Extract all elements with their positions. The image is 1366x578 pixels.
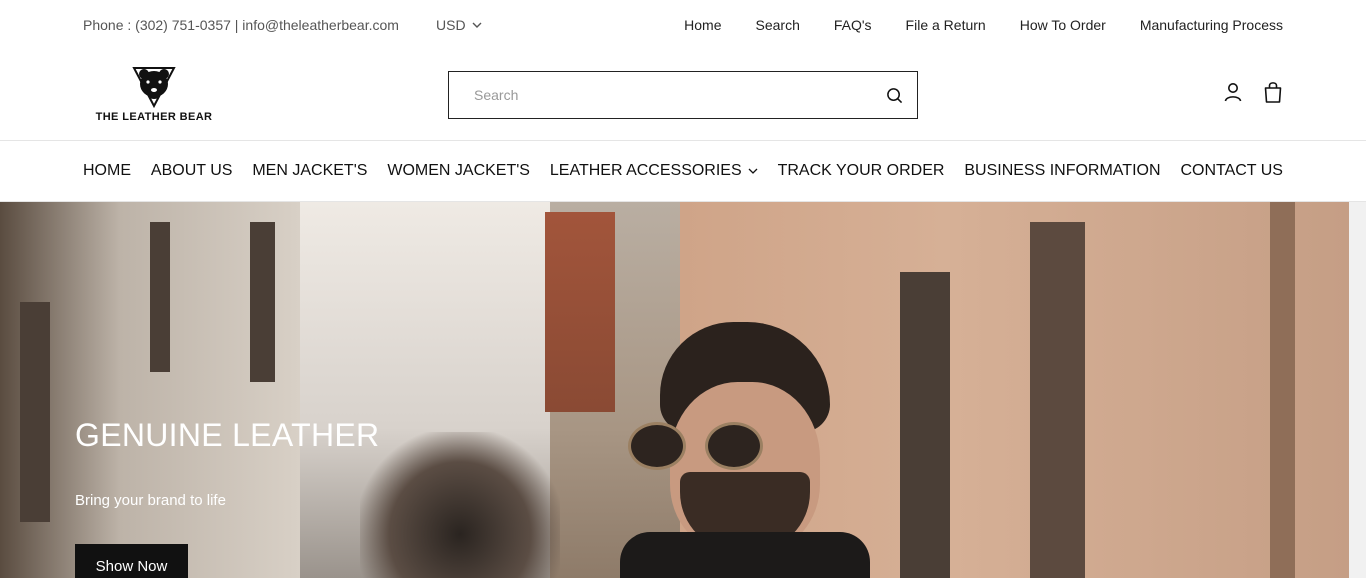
main-nav: HOME ABOUT US MEN JACKET'S WOMEN JACKET'…: [0, 140, 1366, 202]
show-now-button[interactable]: Show Now: [75, 544, 188, 578]
hero-crowd: [360, 432, 560, 578]
nav-item-women-jackets[interactable]: WOMEN JACKET'S: [387, 162, 530, 180]
nav-item-label: BUSINESS INFORMATION: [964, 162, 1161, 179]
hero-window: [1030, 222, 1085, 578]
hero-subtitle: Bring your brand to life: [75, 492, 226, 509]
search-bar: [448, 71, 918, 119]
nav-item-label: TRACK YOUR ORDER: [777, 162, 945, 179]
chevron-down-icon: [472, 22, 482, 28]
utility-link-home[interactable]: Home: [684, 17, 721, 33]
hero-window: [900, 272, 950, 578]
hero-window: [150, 222, 170, 372]
nav-item-label: CONTACT US: [1180, 162, 1283, 179]
model-jacket: [620, 532, 870, 578]
page-scrollbar[interactable]: [1349, 202, 1366, 578]
hero-banner-image: [0, 202, 1349, 578]
hero-building-red: [545, 212, 615, 412]
nav-item-label: ABOUT US: [150, 162, 233, 179]
hero-window: [20, 302, 50, 522]
currency-selector[interactable]: USD: [436, 17, 482, 33]
nav-item-track-order[interactable]: TRACK YOUR ORDER: [778, 162, 945, 180]
chevron-down-icon: [748, 168, 758, 174]
nav-item-business-information[interactable]: BUSINESS INFORMATION: [964, 162, 1160, 180]
model-sunglasses-left: [628, 422, 686, 470]
nav-item-label: MEN JACKET'S: [252, 162, 368, 179]
nav-item-label: WOMEN JACKET'S: [387, 162, 530, 179]
top-bar: Phone : (302) 751-0357 | info@theleather…: [0, 0, 1366, 50]
bear-logo-icon: [132, 67, 176, 108]
hero-title: GENUINE LEATHER: [75, 417, 380, 453]
currency-label: USD: [436, 17, 466, 33]
search-input[interactable]: [449, 72, 871, 118]
utility-link-how-to-order[interactable]: How To Order: [1020, 17, 1106, 33]
search-button[interactable]: [871, 72, 917, 118]
model-sunglasses-right: [705, 422, 763, 470]
site-logo[interactable]: THE LEATHER BEAR: [88, 66, 220, 126]
nav-item-contact-us[interactable]: CONTACT US: [1180, 162, 1283, 180]
utility-link-search[interactable]: Search: [756, 17, 800, 33]
utility-link-file-return[interactable]: File a Return: [906, 17, 986, 33]
utility-nav: Home Search FAQ's File a Return How To O…: [684, 17, 1283, 33]
nav-item-men-jackets[interactable]: MEN JACKET'S: [252, 162, 367, 180]
utility-link-manufacturing[interactable]: Manufacturing Process: [1140, 17, 1283, 33]
cart-icon[interactable]: [1262, 80, 1284, 104]
nav-item-label: HOME: [83, 162, 131, 179]
contact-info: Phone : (302) 751-0357 | info@theleather…: [83, 17, 399, 33]
account-icon[interactable]: [1222, 81, 1244, 103]
utility-link-faqs[interactable]: FAQ's: [834, 17, 872, 33]
logo-text: THE LEATHER BEAR: [95, 111, 213, 123]
hero-window: [1270, 202, 1295, 578]
nav-item-about-us[interactable]: ABOUT US: [151, 162, 233, 180]
nav-item-label: LEATHER ACCESSORIES: [549, 162, 742, 179]
nav-item-home[interactable]: HOME: [83, 162, 131, 180]
search-icon: [886, 87, 902, 103]
nav-item-leather-accessories[interactable]: LEATHER ACCESSORIES: [550, 162, 758, 180]
hero-model: [610, 322, 870, 578]
hero-window: [250, 222, 275, 382]
